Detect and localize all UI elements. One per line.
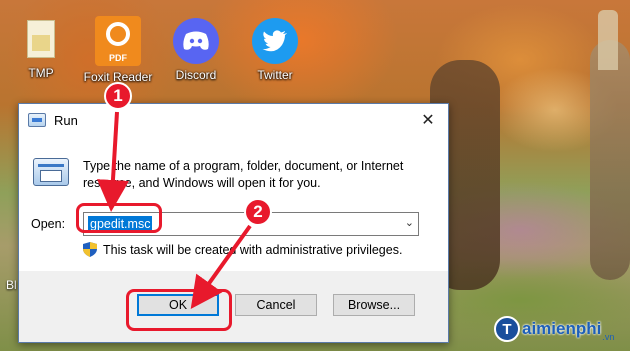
run-description: Type the name of a program, folder, docu… (83, 159, 404, 190)
desktop-icon-label: TMP (28, 66, 54, 80)
desktop-icon-foxit-reader[interactable]: PDF Foxit Reader (83, 16, 153, 84)
open-label: Open: (31, 217, 66, 231)
desktop-icon-discord[interactable]: Discord (161, 18, 231, 82)
twitter-icon (252, 18, 298, 64)
watermark-text: aimienphi (522, 319, 602, 338)
highlight-open-input (76, 203, 162, 233)
admin-privileges-note: This task will be created with administr… (83, 242, 402, 257)
foxit-badge-text: PDF (109, 53, 127, 63)
step-badge-2: 2 (244, 198, 272, 226)
step-badge-1: 1 (104, 82, 132, 110)
watermark-tld: .vn (602, 332, 615, 342)
uac-shield-icon (83, 242, 97, 257)
wallpaper-tree (590, 40, 630, 280)
run-icon (28, 113, 46, 127)
desktop-icon-label: Discord (175, 68, 217, 82)
cancel-button[interactable]: Cancel (235, 294, 317, 316)
desktop-icon-tmp[interactable]: TMP (6, 18, 76, 80)
folder-icon (23, 18, 59, 62)
close-icon[interactable]: ✕ (408, 104, 448, 136)
run-program-icon (33, 158, 69, 186)
browse-button[interactable]: Browse... (333, 294, 415, 316)
foxit-reader-icon: PDF (95, 16, 141, 66)
admin-privileges-text: This task will be created with administr… (103, 242, 403, 257)
watermark-logo-icon: T (494, 316, 520, 342)
run-dialog-titlebar[interactable]: Run ✕ (19, 104, 448, 136)
chevron-down-icon[interactable]: ⌄ (405, 216, 414, 229)
wallpaper-castle-tower (598, 10, 618, 70)
desktop-icon-twitter[interactable]: Twitter (240, 18, 310, 82)
run-dialog-title: Run (54, 112, 78, 128)
desktop-icon-label-partial: Bl (6, 278, 17, 292)
desktop-icon-label: Twitter (257, 68, 293, 82)
highlight-ok-button (126, 289, 232, 331)
watermark: T aimienphi .vn (494, 316, 614, 342)
discord-icon (173, 18, 219, 64)
